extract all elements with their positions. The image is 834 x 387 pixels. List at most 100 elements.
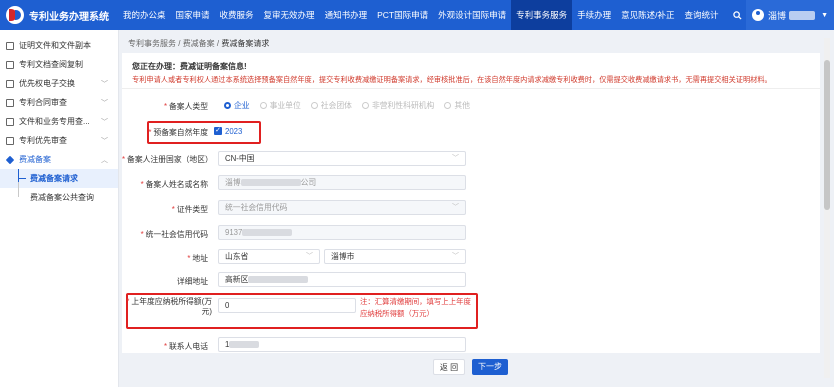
country-select[interactable]: CN-中国 ﹀ <box>218 151 466 166</box>
nav-item-statistics[interactable]: 查询统计 <box>680 0 724 30</box>
user-name-blur <box>789 10 816 20</box>
search-icon[interactable] <box>728 0 746 30</box>
detail-address-label: 详细地址 <box>176 277 208 286</box>
sidebar-item-priority-exchange[interactable]: 优先权电子交换 ﹀ <box>0 74 118 93</box>
name-label: * 备案人姓名或名称 <box>140 180 208 189</box>
detail-address-field[interactable]: 高新区 <box>218 272 466 287</box>
app-title: 专利业务办理系统 <box>29 11 109 23</box>
document-icon <box>6 41 14 50</box>
name-field[interactable]: 淄博 公司 <box>218 175 466 190</box>
radio-enterprise[interactable]: 企业 <box>224 100 250 111</box>
contact-phone-label: * 联系人电话 <box>163 342 208 351</box>
sidebar-item-label: 文件和业务专用查... <box>19 117 90 126</box>
province-select[interactable]: 山东省 ﹀ <box>218 249 320 264</box>
sidebar: 证明文件和文件副本 专利文档查阅复制 优先权电子交换 ﹀ 专利合同审查 ﹀ 文件… <box>0 30 119 387</box>
notice-text: 专利申请人或者专利权人通过本系统选择预备案自然年度，提交专利收费减缴证明备案请求… <box>132 75 772 84</box>
sidebar-item-label: 证明文件和文件副本 <box>19 41 91 50</box>
redacted-text <box>229 341 260 349</box>
cert-type-label: * 证件类型 <box>171 205 208 214</box>
main-nav: 我的办公桌 国家申请 收费服务 复审无效办理 通知书办理 PCT国际申请 外观设… <box>118 0 724 30</box>
radio-dot-icon <box>259 102 267 109</box>
nav-item-patent-affairs[interactable]: 专利事务服务 <box>511 0 573 30</box>
user-name: 淄博 <box>768 10 787 21</box>
diamond-icon <box>5 155 15 164</box>
sidebar-subitem-label: 费减备案请求 <box>30 174 78 183</box>
radio-public-institution[interactable]: 事业单位 <box>259 100 301 111</box>
nav-item-fee-service[interactable]: 收费服务 <box>215 0 259 30</box>
nav-item-design-international[interactable]: 外观设计国际申请 <box>433 0 511 30</box>
radio-social-group[interactable]: 社会团体 <box>310 100 352 111</box>
breadcrumb-item[interactable]: 专利事务服务 <box>128 39 176 48</box>
sidebar-item-label: 专利优先审查 <box>19 136 67 145</box>
sidebar-item-special-query[interactable]: 文件和业务专用查... ﹀ <box>0 112 118 131</box>
year-checkbox[interactable]: ✓ <box>214 127 222 135</box>
chevron-down-icon: ﹀ <box>101 137 108 145</box>
redacted-text <box>248 276 309 284</box>
nav-item-domestic-application[interactable]: 国家申请 <box>171 0 215 30</box>
notice-title: 您正在办理：费减证明备案信息! <box>132 62 247 71</box>
chevron-down-icon: ﹀ <box>101 80 108 88</box>
top-right-area: 淄博 ▼ <box>728 0 834 30</box>
radio-dot-icon <box>361 102 369 109</box>
redacted-text <box>242 229 293 237</box>
taxable-income-note: 注：汇算清缴期间，填写上上年度应纳税所得额（万元） <box>360 297 471 318</box>
sidebar-item-label: 优先权电子交换 <box>19 79 75 88</box>
avatar-icon <box>752 9 765 21</box>
brand[interactable]: 专利业务办理系统 <box>0 0 118 30</box>
breadcrumb-current: 费减备案请求 <box>221 39 270 48</box>
radio-dot-icon <box>310 102 318 109</box>
nav-item-pct[interactable]: PCT国际申请 <box>372 0 433 30</box>
flag-icon <box>6 136 14 145</box>
top-navbar: 专利业务办理系统 我的办公桌 国家申请 收费服务 复审无效办理 通知书办理 PC… <box>0 0 834 30</box>
nav-item-opinion[interactable]: 意见陈述/补正 <box>616 0 679 30</box>
sidebar-item-fee-reduction[interactable]: 费减备案 ︿ <box>0 150 118 169</box>
credit-code-field[interactable]: 9137 <box>218 225 466 240</box>
sidebar-item-archive-copy[interactable]: 专利文档查阅复制 <box>0 55 118 74</box>
chevron-down-icon: ﹀ <box>452 253 459 260</box>
next-step-button[interactable]: 下一步 <box>472 359 508 375</box>
sidebar-item-label: 专利合同审查 <box>19 98 67 107</box>
sidebar-subitem-fee-reduction-query[interactable]: 费减备案公共查询 <box>0 182 118 207</box>
scrollbar-thumb[interactable] <box>824 60 830 210</box>
back-button[interactable]: 返 回 <box>433 359 465 375</box>
sidebar-item-label: 专利文档查阅复制 <box>19 60 83 69</box>
radio-research-org[interactable]: 非营利性科研机构 <box>361 100 434 111</box>
chevron-up-icon: ︿ <box>101 156 108 164</box>
exchange-icon <box>6 79 14 88</box>
chevron-down-icon: ﹀ <box>101 99 108 107</box>
sidebar-item-contract-review[interactable]: 专利合同审查 ﹀ <box>0 93 118 112</box>
app-logo-icon <box>6 6 24 24</box>
sidebar-subitem-label: 费减备案公共查询 <box>30 193 94 202</box>
taxable-income-label: * 上年度应纳税所得额(万元) <box>126 297 212 316</box>
applicant-type-label: * 备案人类型 <box>163 102 208 111</box>
sidebar-item-priority-review[interactable]: 专利优先审查 ﹀ <box>0 131 118 150</box>
radio-dot-icon <box>444 102 452 109</box>
chevron-down-icon: ﹀ <box>452 155 459 162</box>
document-icon <box>6 60 14 69</box>
sidebar-item-certificates[interactable]: 证明文件和文件副本 <box>0 36 118 55</box>
redacted-text <box>240 179 301 187</box>
nav-item-procedures[interactable]: 手续办理 <box>572 0 616 30</box>
taxable-income-input[interactable]: 0 <box>218 298 356 313</box>
breadcrumb-item[interactable]: 费减备案 <box>183 39 215 48</box>
divider <box>122 88 820 89</box>
chevron-down-icon: ﹀ <box>306 253 313 260</box>
radio-dot-icon <box>224 102 231 109</box>
chevron-down-icon: ﹀ <box>452 204 459 211</box>
contact-phone-field[interactable]: 1 <box>218 337 466 352</box>
form-panel: 您正在办理：费减证明备案信息! 专利申请人或者专利权人通过本系统选择预备案自然年… <box>122 53 820 353</box>
radio-other[interactable]: 其他 <box>444 100 470 111</box>
cert-type-select[interactable]: 统一社会信用代码 ﹀ <box>218 200 466 215</box>
city-select[interactable]: 淄博市 ﹀ <box>324 249 466 264</box>
year-label: * 预备案自然年度 <box>148 128 208 137</box>
user-menu[interactable]: 淄博 ▼ <box>746 0 834 30</box>
credit-code-label: * 统一社会信用代码 <box>140 230 208 239</box>
nav-item-my-desk[interactable]: 我的办公桌 <box>118 0 171 30</box>
sidebar-item-label: 费减备案 <box>19 155 51 164</box>
address-label: * 地址 <box>187 254 208 263</box>
nav-item-notices[interactable]: 通知书办理 <box>320 0 373 30</box>
nav-item-reexamination[interactable]: 复审无效办理 <box>259 0 320 30</box>
breadcrumb: 专利事务服务 / 费减备案 / 费减备案请求 <box>128 38 269 49</box>
folder-icon <box>6 117 14 126</box>
chevron-down-icon: ﹀ <box>101 118 108 126</box>
